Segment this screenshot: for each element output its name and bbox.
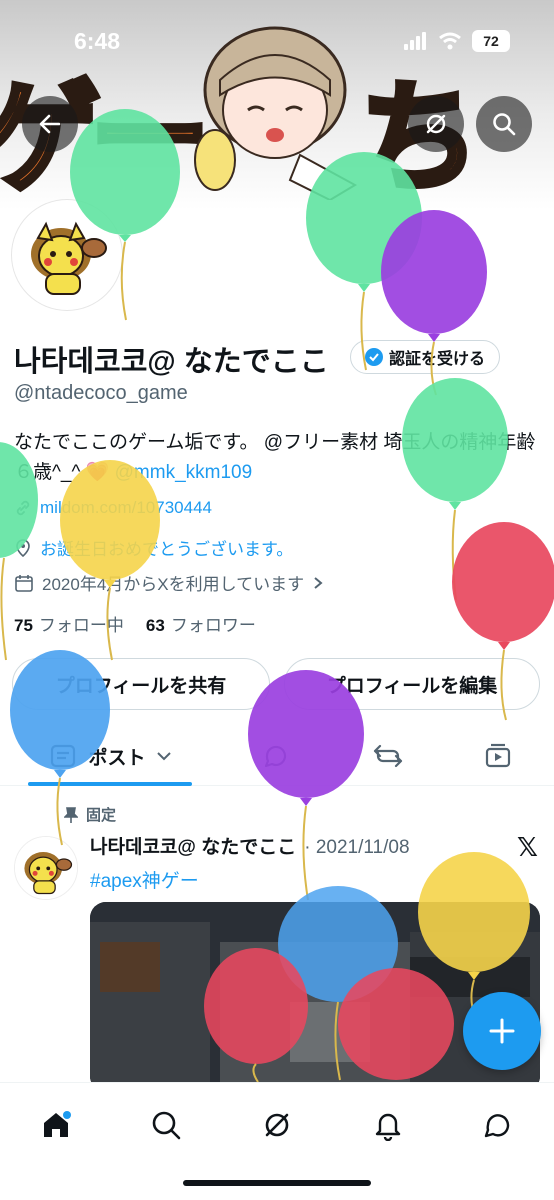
verified-badge-icon xyxy=(365,348,383,366)
tab-posts-label: ポスト xyxy=(88,747,146,769)
post-author-name[interactable]: 나타데코코@ なたでここ xyxy=(90,832,296,859)
joined-row[interactable]: 2020年4月からXを利用しています xyxy=(14,570,324,595)
wifi-icon xyxy=(439,32,461,50)
reply-bubble-icon xyxy=(264,745,287,768)
nav-notifications[interactable] xyxy=(364,1101,412,1149)
birthday-text: お誕生日おめでとうございます。 xyxy=(40,540,294,559)
chevron-down-icon xyxy=(156,752,171,761)
nav-messages[interactable] xyxy=(474,1101,522,1149)
display-name: 나타데코코@ なたでここ xyxy=(14,346,329,378)
chat-bubble-icon xyxy=(484,1114,510,1138)
nav-grok[interactable] xyxy=(253,1101,301,1149)
following-label: フォロー中 xyxy=(38,616,124,635)
following-count: 75 xyxy=(14,616,33,635)
edit-profile-button[interactable]: プロフィールを編集 xyxy=(284,658,540,710)
post-header: 나타데코코@ なたでここ · 2021/11/08 xyxy=(90,832,410,859)
search-icon xyxy=(493,113,516,136)
home-indicator xyxy=(183,1180,371,1186)
post-hashtag[interactable]: #apex神ゲー xyxy=(90,866,199,893)
website-link[interactable]: mildom.com/10730444 xyxy=(40,498,212,518)
tab-replies[interactable] xyxy=(246,726,306,786)
following-link[interactable]: 75 フォロー中 xyxy=(14,611,124,636)
edit-profile-label: プロフィールを編集 xyxy=(326,675,498,697)
calendar-icon xyxy=(15,574,33,592)
bell-icon xyxy=(375,1113,401,1141)
back-arrow-icon xyxy=(39,114,61,134)
profile-bio: なたでここのゲーム垢です。 @フリー素材 埼玉人の精神年齢６歳^_^ 💗 @mm… xyxy=(14,428,544,488)
followers-link[interactable]: 63 フォロワー xyxy=(146,611,256,636)
search-button[interactable] xyxy=(476,96,532,152)
status-time: 6:48 xyxy=(74,28,121,54)
home-icon xyxy=(44,1111,71,1137)
lion-avatar-image xyxy=(16,204,118,306)
plus-icon xyxy=(489,1018,515,1044)
get-verified-label: 認証を受ける xyxy=(389,351,486,368)
nav-home[interactable] xyxy=(32,1101,80,1149)
post-author-avatar[interactable] xyxy=(14,836,78,900)
game-screenshot xyxy=(90,902,540,1092)
followers-count: 63 xyxy=(145,616,165,635)
tab-media[interactable] xyxy=(468,726,528,786)
joined-text: 2020年4月からXを利用しています xyxy=(42,575,305,594)
profile-avatar[interactable] xyxy=(12,200,122,310)
pinned-label: 固定 xyxy=(86,807,117,824)
active-tab-indicator xyxy=(28,782,192,786)
birthday-row: お誕生日おめでとうございます。 xyxy=(14,535,293,560)
share-profile-button[interactable]: プロフィールを共有 xyxy=(12,658,270,710)
website-row: mildom.com/10730444 xyxy=(14,498,212,518)
grok-icon xyxy=(426,114,446,134)
repost-icon xyxy=(373,744,403,768)
battery-indicator: 72 xyxy=(472,30,510,52)
media-icon xyxy=(485,743,511,768)
bio-heart-emoji: 💗 xyxy=(85,462,110,483)
location-pin-icon xyxy=(16,538,30,557)
bio-mention-link[interactable]: @mmk_kkm109 xyxy=(115,462,253,483)
link-icon xyxy=(16,500,30,516)
search-icon xyxy=(152,1111,181,1140)
post-date[interactable]: · 2021/11/08 xyxy=(304,837,409,859)
posts-tab-icon xyxy=(51,744,76,768)
tab-posts[interactable]: ポスト xyxy=(28,726,192,786)
post-media-image[interactable] xyxy=(90,902,540,1092)
compose-post-button[interactable] xyxy=(463,992,541,1070)
status-icons: 72 xyxy=(404,30,510,52)
pin-icon xyxy=(64,806,78,823)
chevron-right-icon xyxy=(314,576,323,589)
status-bar: 6:48 72 xyxy=(0,0,554,84)
get-verified-button[interactable]: 認証を受ける xyxy=(350,340,501,374)
x-logo-icon[interactable]: 𝕏 xyxy=(517,832,538,863)
grok-icon xyxy=(265,1113,289,1137)
signal-icon xyxy=(404,32,426,50)
nav-search[interactable] xyxy=(142,1101,190,1149)
pinned-indicator: 固定 xyxy=(64,804,116,825)
back-button[interactable] xyxy=(22,96,78,152)
lion-avatar-image xyxy=(15,837,77,899)
grok-button[interactable] xyxy=(408,96,464,152)
user-handle: @ntadecoco_game xyxy=(14,382,188,404)
share-profile-label: プロフィールを共有 xyxy=(55,675,227,697)
profile-tabs: ポスト xyxy=(0,726,554,786)
follow-stats: 75 フォロー中 63 フォロワー xyxy=(14,611,256,636)
balloon-green-3 xyxy=(402,378,508,601)
tab-reposts[interactable] xyxy=(358,726,418,786)
followers-label: フォロワー xyxy=(170,616,256,635)
